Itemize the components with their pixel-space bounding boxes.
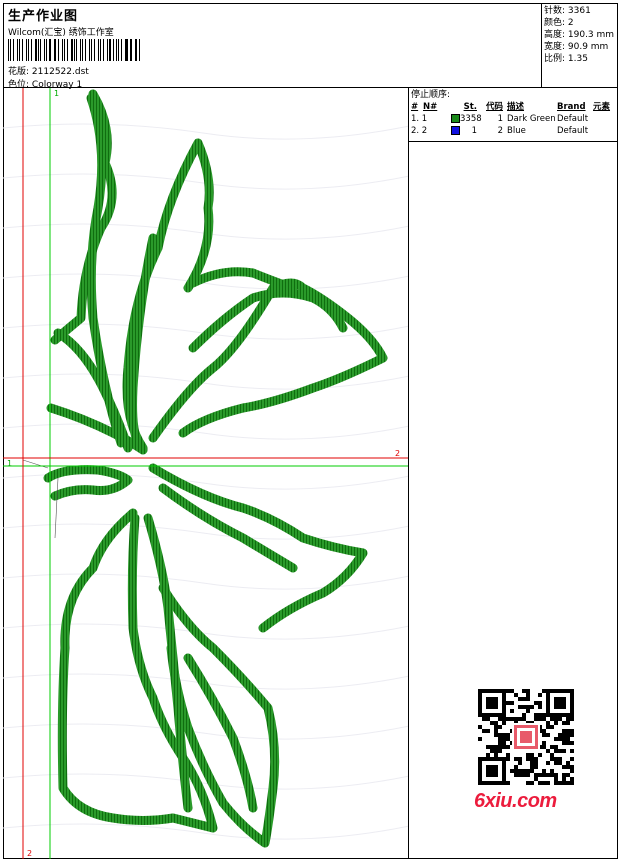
company-name: Wilcom(汇宝) 绣饰工作室 [8, 28, 114, 38]
guide-green-vertical-label: 1 [54, 89, 59, 98]
col-header: N# [423, 102, 438, 112]
qr-code [470, 681, 582, 793]
col-header: St. [463, 102, 477, 112]
col-header: Brand [557, 102, 586, 112]
row-number: 2. 2 [411, 126, 428, 136]
stop-sequence-title: 停止顺序: [411, 90, 451, 100]
stitch-count: 针数: 3361 [544, 6, 591, 16]
table-header-row: # N# St. 代码 描述 Brand 元素 [411, 101, 616, 113]
site-watermark: 6xiu.com [474, 790, 557, 812]
design-label: 花版: [8, 67, 30, 77]
guide-green-horizontal-label: 1 [7, 459, 12, 468]
upper-center-leaf-rib [128, 233, 158, 448]
lower-center-leaf [143, 513, 193, 813]
row-stitches: 3358 [460, 114, 482, 124]
right-upper-petal-curl [188, 267, 298, 293]
embroidery-stitches [43, 89, 388, 848]
row-brand: Default [557, 114, 589, 124]
row-stitches-cell: 1 [451, 125, 477, 137]
col-header: 代码 [485, 102, 503, 112]
color-count: 颜色: 2 [544, 18, 574, 28]
row-stitches: 1 [471, 126, 477, 136]
design-scale: 比例: 1.35 [544, 54, 588, 64]
design-preview: 1 1 2 2 [3, 88, 408, 859]
page-title: 生产作业图 [8, 9, 79, 24]
row-description: Dark Green [507, 114, 556, 124]
design-height: 高度: 190.3 mm [544, 30, 615, 40]
table-row: 2. 2 1 2 Blue Default [411, 125, 616, 137]
embroidery-canvas[interactable]: 1 1 2 2 [3, 88, 409, 859]
row-description: Blue [507, 126, 526, 136]
stop-sequence-table: # N# St. 代码 描述 Brand 元素 1. 1 3358 1 Dark Gr… [411, 101, 616, 137]
stats-panel: 针数: 3361 颜色: 2 高度: 190.3 mm 宽度: 90.9 mm … [542, 3, 618, 88]
design-width: 宽度: 90.9 mm [544, 42, 609, 52]
table-row: 1. 1 3358 1 Dark Green Default [411, 113, 616, 125]
left-lower-petal [43, 465, 133, 501]
col-header: 元素 [593, 102, 611, 112]
col-header: # [411, 102, 419, 112]
header-panel: 生产作业图 Wilcom(汇宝) 绣饰工作室 花版: 2112522.dst 色… [3, 3, 542, 90]
row-element [593, 125, 616, 137]
color-swatch [451, 126, 460, 135]
guide-red-horizontal-label: 2 [395, 449, 400, 458]
col-header: 描述 [507, 102, 525, 112]
guide-red-vertical-label: 2 [27, 849, 32, 858]
stop-sequence-panel: 停止顺序: # N# St. 代码 描述 Brand 元素 1. 1 3358 1 D… [409, 88, 618, 142]
row-stitches-cell: 3358 [451, 113, 482, 125]
design-info: 花版: 2112522.dst [8, 64, 89, 77]
color-swatch [451, 114, 460, 123]
barcode [8, 39, 143, 61]
right-upper-petal [148, 278, 388, 443]
row-brand: Default [557, 126, 589, 136]
row-element [593, 113, 616, 125]
design-value: 2112522.dst [31, 67, 89, 77]
row-number: 1. 1 [411, 114, 428, 124]
row-code: 2 [497, 126, 503, 136]
